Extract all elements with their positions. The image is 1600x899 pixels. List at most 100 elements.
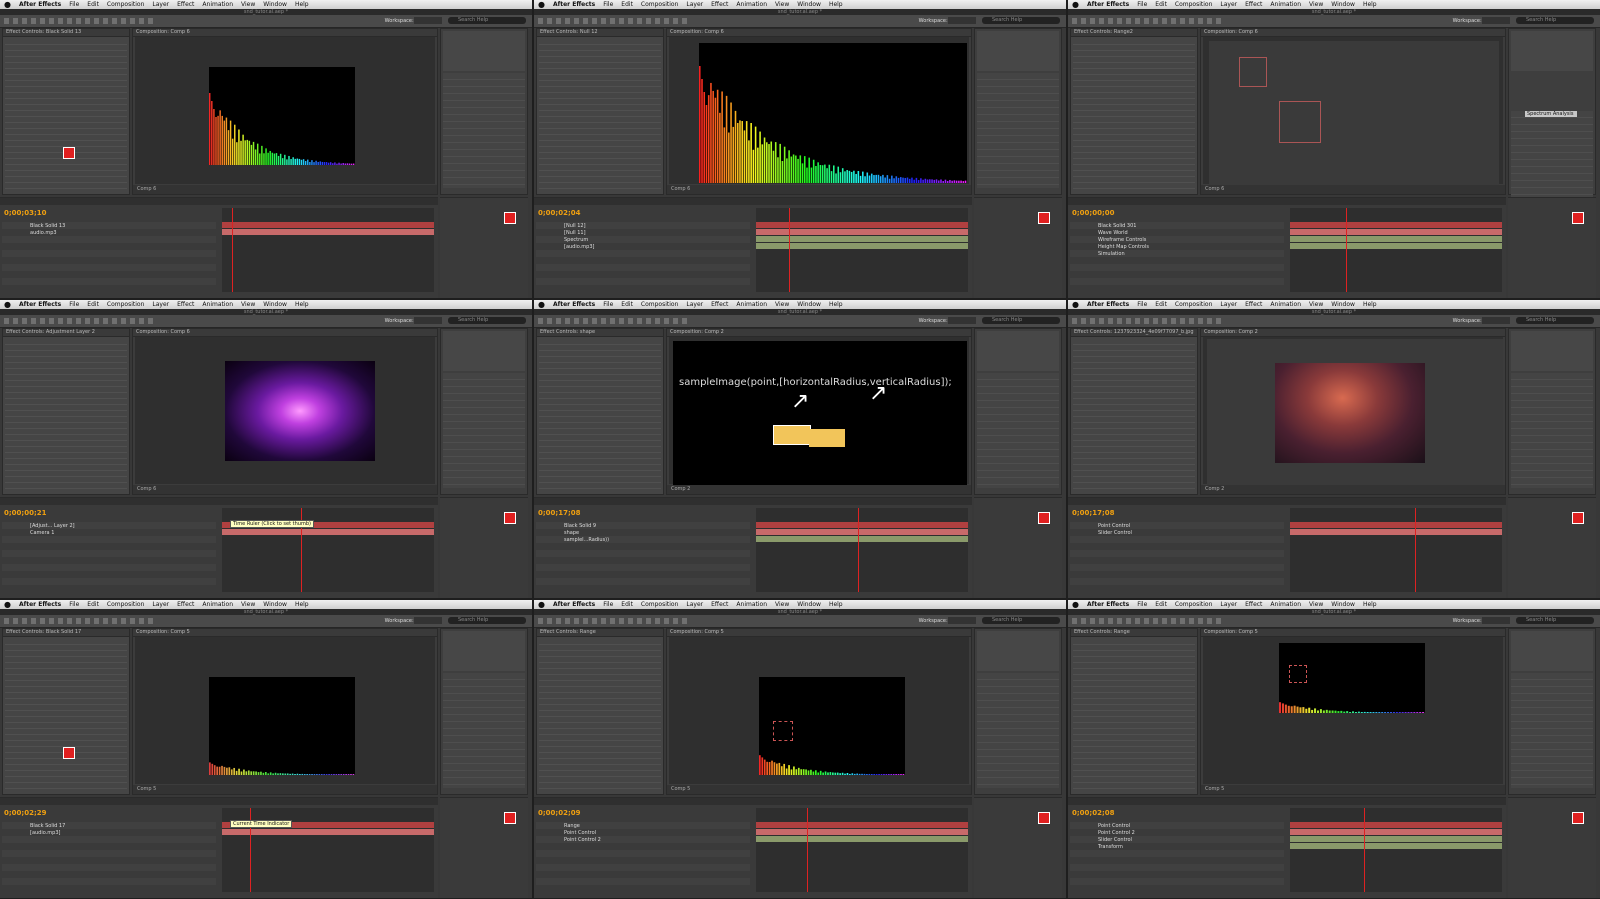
workspace-select[interactable] (1482, 17, 1510, 24)
composition-viewer[interactable] (1203, 637, 1503, 784)
layer-row[interactable]: Spectrum (564, 237, 588, 243)
layer-row[interactable]: [Null 11] (564, 230, 586, 236)
layer-row[interactable]: Point Control 2 (564, 837, 601, 843)
menu-effect[interactable]: Effect (1245, 301, 1262, 308)
menu-file[interactable]: File (1137, 601, 1147, 608)
menu-layer[interactable]: Layer (686, 601, 703, 608)
menu-edit[interactable]: Edit (87, 1, 99, 8)
fill-color-swatch[interactable] (1572, 512, 1584, 524)
point-control-handle[interactable] (1289, 665, 1307, 683)
effect-properties-list[interactable] (1073, 39, 1195, 192)
layer-duration-bar[interactable] (756, 529, 968, 535)
effects-presets-panel[interactable] (1511, 673, 1593, 788)
effect-controls-tab[interactable]: Effect Controls: shape (537, 329, 663, 337)
layer-duration-bar[interactable] (756, 536, 968, 542)
effects-presets-panel[interactable] (977, 673, 1059, 788)
apple-icon[interactable]: ● (4, 0, 11, 9)
current-time-indicator[interactable] (232, 208, 233, 292)
effect-properties-list[interactable] (5, 39, 127, 192)
menu-help[interactable]: Help (829, 301, 843, 308)
effect-controls-tab[interactable]: Effect Controls: Null 12 (537, 29, 663, 37)
effect-controls-tab[interactable]: Effect Controls: Range (1071, 629, 1197, 637)
current-timecode[interactable]: 0;00;00;21 (4, 509, 47, 517)
tool-icons[interactable] (4, 318, 154, 324)
menu-file[interactable]: File (1137, 301, 1147, 308)
menu-view[interactable]: View (775, 1, 789, 8)
timeline-tabs[interactable] (0, 498, 438, 505)
layer-row[interactable]: sampleI...Radius)) (564, 537, 609, 543)
fill-color-swatch[interactable] (504, 212, 516, 224)
app-name-menu[interactable]: After Effects (19, 601, 61, 608)
layer-list[interactable]: Point Control Point Control 2 Slider Contr… (1070, 822, 1284, 892)
current-time-indicator[interactable] (1364, 808, 1365, 892)
search-help-input[interactable]: Search Help (448, 17, 526, 24)
preset-item[interactable]: Spectrum Analysis (1525, 111, 1577, 117)
menu-window[interactable]: Window (797, 1, 821, 8)
tool-icons[interactable] (538, 618, 688, 624)
effects-presets-panel[interactable] (1511, 373, 1593, 488)
layer-row[interactable]: Black Solid 13 (30, 223, 65, 229)
fill-color-swatch[interactable] (1572, 212, 1584, 224)
layer-duration-bar[interactable] (756, 222, 968, 228)
workspace-select[interactable] (414, 17, 442, 24)
layer-duration-bar[interactable] (1290, 229, 1502, 235)
composition-frame[interactable] (1209, 41, 1499, 186)
layer-duration-bar[interactable] (222, 222, 434, 228)
layer-duration-bar[interactable] (1290, 836, 1502, 842)
menu-edit[interactable]: Edit (1155, 1, 1167, 8)
menu-help[interactable]: Help (829, 601, 843, 608)
app-name-menu[interactable]: After Effects (1087, 1, 1129, 8)
app-name-menu[interactable]: After Effects (553, 1, 595, 8)
menu-animation[interactable]: Animation (202, 1, 233, 8)
menu-edit[interactable]: Edit (87, 301, 99, 308)
effect-controls-tab[interactable]: Effect Controls: Range2 (1071, 29, 1197, 37)
timeline-tabs[interactable] (534, 498, 972, 505)
layer-duration-bar[interactable] (756, 236, 968, 242)
composition-frame[interactable]: sampleImage(point,[horizontalRadius,vert… (673, 341, 967, 485)
menu-layer[interactable]: Layer (686, 1, 703, 8)
timeline-tabs[interactable] (0, 798, 438, 805)
current-time-indicator[interactable] (807, 808, 808, 892)
menu-layer[interactable]: Layer (1220, 1, 1237, 8)
menu-effect[interactable]: Effect (711, 301, 728, 308)
layer-duration-bar[interactable] (756, 243, 968, 249)
menu-animation[interactable]: Animation (1270, 601, 1301, 608)
layer-duration-bar[interactable] (1290, 529, 1502, 535)
layer-duration-bar[interactable] (756, 229, 968, 235)
layer-row[interactable]: Point Control (1098, 523, 1130, 529)
app-name-menu[interactable]: After Effects (553, 301, 595, 308)
menu-file[interactable]: File (69, 1, 79, 8)
menu-composition[interactable]: Composition (107, 301, 144, 308)
menu-animation[interactable]: Animation (202, 301, 233, 308)
composition-frame[interactable] (209, 677, 355, 775)
composition-frame[interactable] (209, 67, 355, 165)
current-time-indicator[interactable] (1346, 208, 1347, 292)
menu-edit[interactable]: Edit (621, 1, 633, 8)
current-timecode[interactable]: 0;00;17;08 (1072, 509, 1115, 517)
search-help-input[interactable]: Search Help (448, 617, 526, 624)
timeline-tabs[interactable] (1068, 798, 1506, 805)
tool-icons[interactable] (538, 318, 688, 324)
search-help-input[interactable]: Search Help (1516, 617, 1594, 624)
menu-animation[interactable]: Animation (202, 601, 233, 608)
menu-composition[interactable]: Composition (107, 1, 144, 8)
timeline-tabs[interactable] (1068, 498, 1506, 505)
layer-row[interactable]: Black Solid 301 (1098, 223, 1136, 229)
composition-viewer[interactable]: sampleImage(point,[horizontalRadius,vert… (669, 337, 969, 485)
current-timecode[interactable]: 0;00;17;08 (538, 509, 581, 517)
layer-list[interactable]: Black Solid 9 shape sampleI...Radius)) (536, 522, 750, 592)
search-help-input[interactable]: Search Help (982, 317, 1060, 324)
apple-icon[interactable]: ● (1072, 600, 1079, 609)
menu-help[interactable]: Help (1363, 301, 1377, 308)
tool-icons[interactable] (4, 618, 154, 624)
menu-animation[interactable]: Animation (1270, 301, 1301, 308)
menu-effect[interactable]: Effect (177, 1, 194, 8)
menu-effect[interactable]: Effect (711, 601, 728, 608)
menu-file[interactable]: File (603, 301, 613, 308)
workspace-select[interactable] (414, 317, 442, 324)
current-timecode[interactable]: 0;00;02;04 (538, 209, 581, 217)
layer-duration-bar[interactable] (1290, 829, 1502, 835)
menu-help[interactable]: Help (829, 1, 843, 8)
menu-effect[interactable]: Effect (177, 301, 194, 308)
menu-layer[interactable]: Layer (152, 1, 169, 8)
